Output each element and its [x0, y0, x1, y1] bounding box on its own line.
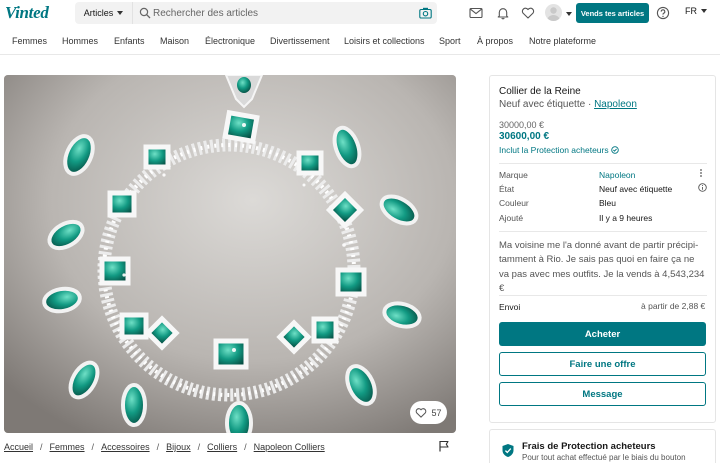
search-icon	[139, 7, 151, 19]
subtitle-separator: ·	[585, 99, 595, 110]
nav-item-hommes[interactable]: Hommes	[62, 36, 98, 46]
protection-text: Pour tout achat effectué par le biais du…	[522, 453, 686, 462]
brand-link[interactable]: Napoleon	[594, 99, 637, 110]
necklace-image	[4, 75, 456, 433]
chevron-down-icon	[117, 11, 124, 15]
avatar[interactable]	[545, 4, 562, 21]
detail-value-etat: Neuf avec étiquette	[599, 184, 673, 194]
product-photo[interactable]	[4, 75, 456, 433]
language-select[interactable]: FR	[685, 6, 707, 16]
item-condition: Neuf avec étiquette	[499, 99, 586, 110]
info-icon[interactable]	[698, 183, 707, 192]
breadcrumb-bijoux[interactable]: Bijoux	[166, 442, 191, 452]
shipping-price: à partir de 2,88 €	[641, 301, 706, 311]
search-category-select[interactable]: Articles	[75, 2, 133, 24]
detail-value-couleur: Bleu	[599, 198, 617, 208]
nav-item-divertissement[interactable]: Divertissement	[270, 36, 330, 46]
top-header: Vinted Articles Vends tes artic	[0, 0, 720, 27]
breadcrumb-femmes[interactable]: Femmes	[50, 442, 85, 452]
divider	[499, 231, 707, 232]
detail-value-ajoute: Il y a 9 heures	[599, 213, 653, 223]
nav-item-electronique[interactable]: Électronique	[205, 36, 255, 46]
nav-item-a-propos[interactable]: À propos	[477, 36, 513, 46]
detail-label-ajoute: Ajouté	[499, 213, 524, 223]
buyer-protection-link[interactable]: Inclut la Protection acheteurs	[499, 145, 619, 155]
breadcrumb-separator: /	[156, 442, 160, 452]
divider	[499, 163, 707, 164]
shipping-label: Envoi	[499, 302, 521, 312]
chevron-down-icon	[701, 9, 707, 13]
buy-button[interactable]: Acheter	[499, 322, 706, 346]
breadcrumb-accessoires[interactable]: Accessoires	[101, 442, 150, 452]
buyer-protection-label: Inclut la Protection acheteurs	[499, 145, 609, 155]
more-vertical-icon[interactable]	[699, 168, 703, 178]
make-offer-button[interactable]: Faire une offre	[499, 352, 706, 376]
nav-item-loisirs[interactable]: Loisirs et collections	[344, 36, 425, 46]
nav-item-plateforme[interactable]: Notre plateforme	[529, 36, 596, 46]
flag-icon[interactable]	[438, 440, 450, 452]
breadcrumb-napoleon-colliers[interactable]: Napoleon Colliers	[254, 442, 325, 452]
breadcrumb-separator: /	[197, 442, 201, 452]
breadcrumb-separator: /	[40, 442, 43, 452]
heart-icon[interactable]	[521, 6, 535, 20]
item-title: Collier de la Reine	[499, 86, 581, 97]
breadcrumb-colliers[interactable]: Colliers	[207, 442, 237, 452]
item-description: Ma voisine me l'a donné avant de partir …	[499, 240, 705, 294]
nav-item-maison[interactable]: Maison	[160, 36, 189, 46]
detail-label-couleur: Couleur	[499, 198, 529, 208]
favourite-count: 57	[431, 407, 442, 418]
sell-items-button[interactable]: Vends tes articles	[576, 3, 649, 23]
detail-value-marque[interactable]: Napoleon	[599, 170, 635, 180]
protection-title: Frais de Protection acheteurs	[522, 441, 656, 452]
shield-icon	[502, 444, 514, 457]
nav-item-femmes[interactable]: Femmes	[12, 36, 47, 46]
heart-icon	[416, 408, 427, 418]
category-nav: Femmes Hommes Enfants Maison Électroniqu…	[0, 27, 720, 55]
item-subtitle: Neuf avec étiquette · Napoleon	[499, 99, 637, 110]
language-label: FR	[685, 6, 697, 16]
bell-icon[interactable]	[496, 6, 510, 20]
detail-label-etat: État	[499, 184, 515, 194]
breadcrumb: Accueil / Femmes / Accessoires / Bijoux / Co…	[4, 442, 325, 452]
nav-item-sport[interactable]: Sport	[439, 36, 461, 46]
item-total-price: 30600,00 €	[499, 131, 550, 142]
favourite-button[interactable]: 57	[410, 401, 447, 424]
camera-search-icon[interactable]	[419, 7, 432, 19]
message-button[interactable]: Message	[499, 382, 706, 406]
help-icon[interactable]	[656, 6, 670, 20]
vinted-logo[interactable]: Vinted	[5, 3, 49, 23]
search-input[interactable]	[153, 2, 413, 24]
shield-check-icon	[610, 146, 619, 154]
item-price: 30000,00 €	[499, 120, 545, 130]
search-bar: Articles	[75, 2, 437, 24]
buyer-protection-card: Frais de Protection acheteurs Pour tout …	[489, 429, 716, 463]
breadcrumb-separator: /	[244, 442, 247, 452]
divider	[499, 295, 707, 296]
item-details-panel: Collier de la Reine Neuf avec étiquette …	[489, 75, 716, 423]
detail-label-marque: Marque	[499, 170, 528, 180]
search-category-label: Articles	[83, 8, 114, 18]
breadcrumb-separator: /	[91, 442, 95, 452]
chevron-down-icon[interactable]	[566, 12, 572, 16]
user-icon	[547, 7, 560, 21]
nav-item-enfants[interactable]: Enfants	[114, 36, 145, 46]
inbox-icon[interactable]	[469, 6, 483, 20]
breadcrumb-accueil[interactable]: Accueil	[4, 442, 33, 452]
